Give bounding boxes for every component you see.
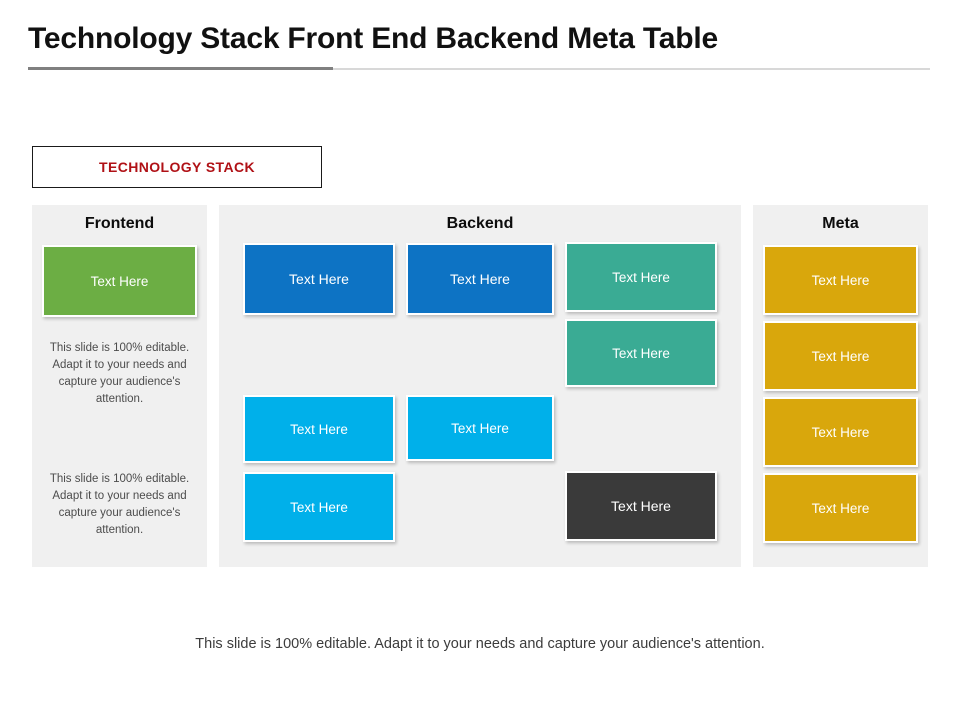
meta-box-4[interactable]: Text Here — [763, 473, 918, 543]
backend-box-7-label: Text Here — [290, 499, 348, 515]
frontend-paragraph-1: This slide is 100% editable. Adapt it to… — [49, 342, 190, 405]
column-header-meta: Meta — [822, 215, 859, 232]
meta-box-2[interactable]: Text Here — [763, 321, 918, 391]
technology-stack-badge: TECHNOLOGY STACK — [32, 146, 322, 188]
backend-box-1-label: Text Here — [289, 271, 349, 287]
meta-box-3[interactable]: Text Here — [763, 397, 918, 467]
backend-box-2-label: Text Here — [450, 271, 510, 287]
meta-box-2-label: Text Here — [811, 348, 870, 364]
backend-box-5-label: Text Here — [290, 421, 348, 437]
column-header-frontend: Frontend — [84, 215, 155, 232]
backend-box-3[interactable]: Text Here — [565, 242, 717, 312]
column-meta: Meta Text Here Text Here Text Here Text … — [753, 205, 928, 567]
meta-box-1[interactable]: Text Here — [763, 245, 918, 315]
stack-table: Frontend Text Here This slide is 100% ed… — [32, 205, 928, 567]
technology-stack-badge-label: TECHNOLOGY STACK — [99, 159, 255, 175]
column-frontend: Frontend Text Here This slide is 100% ed… — [32, 205, 207, 567]
backend-box-3-label: Text Here — [612, 269, 670, 285]
backend-box-4-label: Text Here — [612, 345, 670, 361]
backend-box-5[interactable]: Text Here — [243, 395, 395, 463]
footer-note: This slide is 100% editable. Adapt it to… — [195, 636, 765, 652]
frontend-paragraph-2: This slide is 100% editable. Adapt it to… — [49, 473, 190, 536]
meta-box-1-label: Text Here — [811, 272, 870, 288]
backend-box-4[interactable]: Text Here — [565, 319, 717, 387]
frontend-box-1-label: Text Here — [90, 273, 149, 289]
frontend-box-1[interactable]: Text Here — [42, 245, 197, 317]
page-title: Technology Stack Front End Backend Meta … — [28, 22, 719, 55]
backend-box-2[interactable]: Text Here — [406, 243, 554, 315]
backend-box-6[interactable]: Text Here — [406, 395, 554, 461]
backend-box-7[interactable]: Text Here — [243, 472, 395, 542]
meta-box-4-label: Text Here — [811, 500, 870, 516]
column-header-backend: Backend — [446, 215, 514, 232]
backend-box-1[interactable]: Text Here — [243, 243, 395, 315]
backend-box-6-label: Text Here — [451, 420, 509, 436]
column-backend: Backend Text Here Text Here Text Here Te… — [219, 205, 741, 567]
backend-box-8-label: Text Here — [611, 498, 671, 514]
meta-box-3-label: Text Here — [811, 424, 870, 440]
title-divider-accent — [28, 67, 333, 70]
backend-box-8[interactable]: Text Here — [565, 471, 717, 541]
